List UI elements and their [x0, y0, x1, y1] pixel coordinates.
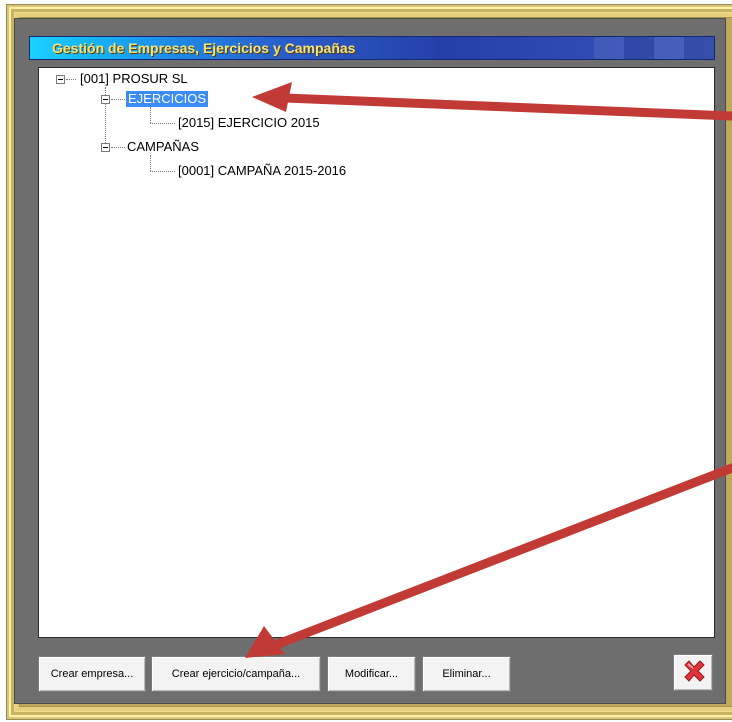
- tree-connector: [150, 171, 175, 172]
- root-collapse-icon[interactable]: [56, 75, 65, 84]
- close-button[interactable]: [673, 654, 713, 691]
- modify-button[interactable]: Modificar...: [327, 656, 416, 692]
- tree-connector: [111, 147, 125, 148]
- tree-node-campana-2015-2016[interactable]: [0001] CAMPAÑA 2015-2016: [178, 163, 346, 179]
- campanas-collapse-icon[interactable]: [101, 143, 110, 152]
- create-exercise-campaign-button[interactable]: Crear ejercicio/campaña...: [151, 656, 321, 692]
- company-tree[interactable]: [001] PROSUR SL EJERCICIOS [2015] EJERCI…: [38, 67, 715, 638]
- tree-connector: [111, 99, 125, 100]
- delete-button[interactable]: Eliminar...: [422, 656, 511, 692]
- create-company-button[interactable]: Crear empresa...: [38, 656, 146, 692]
- tree-connector: [66, 79, 76, 80]
- title-bar: Gestión de Empresas, Ejercicios y Campañ…: [29, 36, 715, 60]
- window-title: Gestión de Empresas, Ejercicios y Campañ…: [52, 40, 356, 56]
- tree-node-ejercicios[interactable]: EJERCICIOS: [126, 91, 209, 107]
- tree-node-root[interactable]: [001] PROSUR SL: [80, 71, 188, 87]
- tree-connector: [150, 123, 175, 124]
- tree-node-campanas[interactable]: CAMPAÑAS: [127, 139, 199, 155]
- red-x-icon: [684, 660, 705, 682]
- tree-connector: [150, 107, 151, 123]
- tree-connector: [150, 155, 151, 171]
- ejercicios-collapse-icon[interactable]: [101, 95, 110, 104]
- tree-node-ejercicio-2015[interactable]: [2015] EJERCICIO 2015: [178, 115, 320, 131]
